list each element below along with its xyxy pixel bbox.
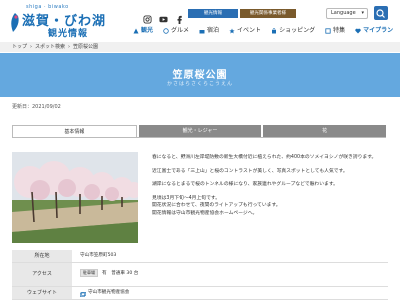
nav-label-shopping: ショッピング [279, 27, 316, 34]
nav-label-feature: 特集 [333, 27, 346, 34]
nav-item-sightseeing[interactable]: 観光 [128, 26, 158, 36]
description-paragraph: 近江富士である「三上山」と桜のコントラストが美しく、写真スポットとしても人気です… [152, 168, 348, 174]
nav-label-lodging: 宿泊 [207, 27, 220, 34]
tab-visitor-info[interactable]: 観光情報 [188, 9, 238, 18]
info-row-website: ウェブサイト 守山市観光物産協会 [12, 287, 388, 300]
nav-label-myplan: マイプラン [363, 27, 394, 34]
language-select[interactable]: Language ▾ [326, 8, 368, 19]
parking-badge: 駐車場 [80, 269, 98, 277]
info-row-address: 所在地 守山市笠原町503 [12, 250, 388, 263]
info-row-access: アクセス 駐車場 有 普通車 30 台 [12, 263, 388, 287]
biwako-logo-mark-icon [11, 13, 19, 32]
access-value-cell: 駐車場 有 普通車 30 台 [72, 263, 388, 286]
search-button[interactable] [374, 6, 388, 20]
nav-item-shopping[interactable]: ショッピング [266, 26, 320, 36]
youtube-icon[interactable] [159, 9, 168, 23]
myplan-icon [355, 28, 361, 34]
instagram-icon[interactable] [143, 9, 152, 24]
website-link[interactable]: 守山市観光物産協会 [72, 287, 388, 299]
sns-links [143, 9, 184, 24]
nav-item-feature[interactable]: 特集 [320, 26, 350, 36]
page-title: 笠原桜公園 [172, 70, 228, 81]
description-paragraph: 湖岸になるとまるで桜のトンネルの様になり、家族連れやグループなどで賑わいます。 [152, 182, 338, 187]
description-paragraph: 春になると、野洲川左岸堤防敷の新生大橋付近に植えられた、約400本のソメイヨシノ… [152, 155, 377, 160]
address-label: 所在地 [12, 250, 72, 262]
breadcrumb: トップ › スポット検索 › 笠原桜公園 [0, 42, 400, 52]
description-line: 開花情報は守山市観光物産協会ホームページへ。 [152, 210, 258, 216]
feature-icon [325, 28, 331, 34]
breadcrumb-current: 笠原桜公園 [73, 44, 99, 50]
breadcrumb-separator: › [68, 44, 71, 50]
nav-item-event[interactable]: イベント [224, 26, 266, 36]
content-tabs: 基本情報 観光・レジャー 花 [12, 125, 387, 137]
description-line: 見頃は3月下旬～4月上旬です。 [152, 195, 220, 201]
tab-business-info[interactable]: 観光関係事業者様 [240, 9, 296, 18]
nav-label-sightseeing: 観光 [141, 27, 154, 34]
page-title-kana: かさはらさくらこうえん [166, 81, 233, 87]
tabs-divider [12, 137, 386, 138]
logo-subtitle: 観光情報 [48, 29, 89, 39]
site-header: shiga · biwako 滋賀・びわ湖 観光情報 観光情報 観光関係事業者様… [0, 0, 400, 42]
nav-label-event: イベント [237, 27, 262, 34]
main-nav: 観光 グルメ 宿泊 イベント ショッピング 特集 マイプラン [128, 26, 398, 36]
website-label: ウェブサイト [12, 287, 72, 299]
tab-leisure[interactable]: 観光・レジャー [138, 125, 262, 137]
breadcrumb-separator: › [30, 44, 33, 50]
spot-info-table: 所在地 守山市笠原町503 アクセス 駐車場 有 普通車 30 台 ウェブサイト… [12, 250, 388, 300]
language-label: Language [331, 10, 356, 16]
nav-item-myplan[interactable]: マイプラン [350, 26, 398, 36]
chevron-down-icon: ▾ [361, 10, 364, 16]
tab-flower[interactable]: 花 [263, 125, 387, 137]
sightseeing-icon [133, 28, 139, 34]
description-line: 開花状況に合わせて、夜間のライトアップも行っています。 [152, 203, 281, 208]
spot-photo[interactable] [12, 152, 138, 243]
nav-label-gourmet: グルメ [171, 27, 190, 34]
search-icon [376, 9, 385, 18]
lodging-icon [199, 28, 205, 34]
website-link-text: 守山市観光物産協会 [88, 290, 130, 295]
nav-item-lodging[interactable]: 宿泊 [194, 26, 224, 36]
event-icon [229, 28, 235, 34]
site-logo[interactable]: shiga · biwako 滋賀・びわ湖 観光情報 [8, 4, 120, 40]
nav-item-gourmet[interactable]: グルメ [158, 26, 194, 36]
gourmet-icon [163, 28, 169, 34]
shopping-icon [271, 28, 277, 34]
cherry-blossom-photo-icon [12, 152, 138, 243]
external-link-icon [80, 291, 86, 297]
access-label: アクセス [12, 263, 72, 286]
breadcrumb-top[interactable]: トップ [12, 42, 27, 52]
updated-date: 更新日：2021/09/02 [12, 104, 61, 110]
tab-basic-info[interactable]: 基本情報 [12, 125, 137, 137]
page-hero: 笠原桜公園 かさはらさくらこうえん [0, 53, 400, 97]
parking-value: 有 普通車 30 台 [102, 271, 139, 276]
facebook-icon[interactable] [175, 9, 184, 24]
address-value: 守山市笠原町503 [80, 253, 117, 258]
breadcrumb-spot-search[interactable]: スポット検索 [35, 42, 65, 52]
spot-description: 春になると、野洲川左岸堤防敷の新生大橋付近に植えられた、約400本のソメイヨシノ… [152, 154, 392, 217]
